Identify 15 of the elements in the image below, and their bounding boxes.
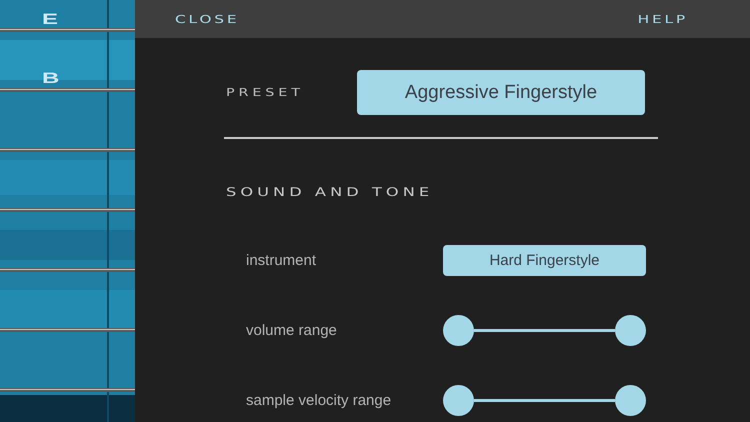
setting-label: sample velocity range <box>246 392 392 408</box>
setting-label: volume range <box>246 322 337 338</box>
slider-handle[interactable] <box>615 384 646 416</box>
slider-handle[interactable] <box>615 314 646 346</box>
close-button[interactable]: CLOSE <box>175 12 240 26</box>
slider-handle[interactable] <box>443 384 474 416</box>
setting-label: instrument <box>246 252 316 268</box>
preset-selector[interactable]: Aggressive Fingerstyle <box>357 70 645 115</box>
section-title: SOUND AND TONE <box>226 185 434 199</box>
help-button[interactable]: HELP <box>638 12 688 26</box>
slider-handle[interactable] <box>443 314 474 346</box>
instrument-selector[interactable]: Hard Fingerstyle <box>443 244 646 276</box>
string-label: E <box>42 12 58 27</box>
preset-label: PRESET <box>226 86 305 99</box>
string-label: B <box>42 71 60 86</box>
